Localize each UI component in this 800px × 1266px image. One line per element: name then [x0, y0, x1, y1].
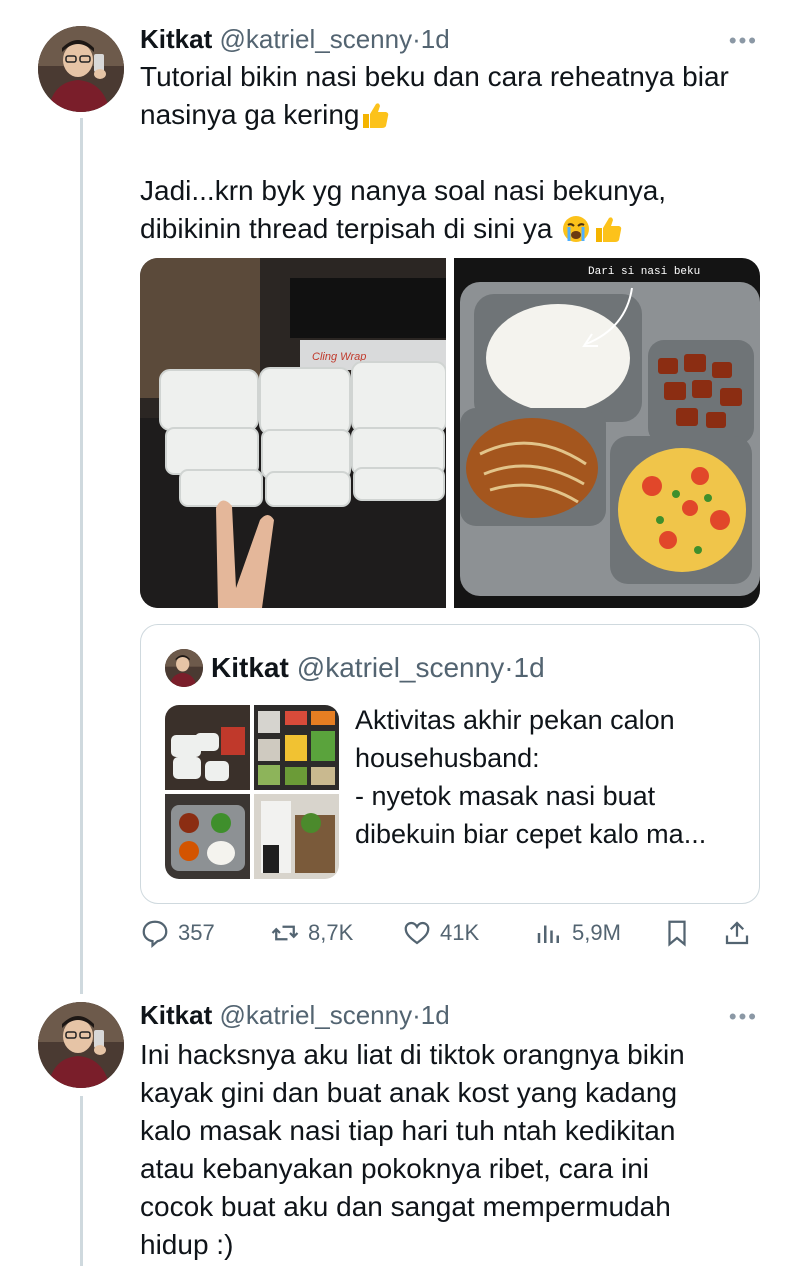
quoted-media-thumb [165, 794, 250, 879]
tweet-text-line: cocok buat aku dan sangat mempermudah [140, 1191, 671, 1222]
timestamp[interactable]: 1d [421, 24, 450, 54]
thread-line [80, 1096, 83, 1266]
bookmark-icon [668, 920, 686, 947]
timestamp[interactable]: 1d [421, 1000, 450, 1030]
quoted-tweet-header: Kitkat @katriel_scenny·1d [165, 649, 545, 687]
tweet-text: Tutorial bikin nasi beku dan cara reheat… [140, 58, 780, 248]
user-handle: @katriel_scenny [296, 652, 505, 683]
tweet-header: Kitkat @katriel_scenny·1d [140, 24, 450, 55]
avatar[interactable] [38, 1002, 124, 1088]
retweet-icon [271, 925, 299, 941]
quoted-media-thumb [254, 794, 339, 879]
separator-dot: · [412, 24, 421, 54]
thumbs-up-emoji [592, 214, 624, 244]
user-handle[interactable]: @katriel_scenny [219, 24, 412, 54]
bookmark-button[interactable] [662, 918, 692, 948]
more-icon[interactable]: ••• [729, 1004, 758, 1030]
tweet-actions: 357 8,7K 41K 5,9M [140, 918, 760, 958]
tweet-header: Kitkat @katriel_scenny·1d [140, 1000, 450, 1031]
share-icon [725, 921, 749, 945]
tweet-text-line: hidup :) [140, 1229, 234, 1260]
separator-dot: · [504, 652, 514, 683]
user-handle[interactable]: @katriel_scenny [219, 1000, 412, 1030]
timestamp: 1d [513, 652, 545, 683]
tweet-text-line: dibikinin thread terpisah di sini ya [140, 210, 780, 248]
views-count: 5,9M [572, 920, 621, 945]
views-icon [537, 925, 559, 943]
tweet-text-line: atau kebanyakan pokoknya ribet, cara ini [140, 1153, 649, 1184]
views-button[interactable]: 5,9M [534, 918, 621, 948]
tweet-media[interactable]: Cling Wrap Dari si nasi beku [140, 258, 760, 608]
display-name: Kitkat [211, 652, 289, 683]
quoted-text-line: Aktivitas akhir pekan calon [355, 705, 675, 735]
tweet-text-line: nasinya ga kering [140, 96, 780, 134]
crying-face-emoji [560, 214, 592, 244]
like-count: 41K [440, 920, 480, 945]
quoted-text-line: - nyetok masak nasi buat [355, 781, 656, 811]
separator-dot: · [412, 1000, 421, 1030]
retweet-button[interactable]: 8,7K [270, 918, 353, 948]
quoted-media-thumb [254, 705, 339, 790]
thumbs-up-emoji [359, 100, 391, 130]
tweet-text: Ini hacksnya aku liat di tiktok orangnya… [140, 1036, 780, 1264]
avatar[interactable] [38, 26, 124, 112]
display-name[interactable]: Kitkat [140, 24, 212, 54]
like-button[interactable]: 41K [402, 918, 479, 948]
tweet-text-line: Tutorial bikin nasi beku dan cara reheat… [140, 61, 729, 92]
frozen-rice-photo[interactable]: Cling Wrap [140, 258, 447, 608]
media-caption: Dari si nasi beku [588, 266, 700, 278]
quoted-tweet[interactable]: Kitkat @katriel_scenny·1d Aktivitas akhi… [140, 624, 760, 904]
thread-line [80, 118, 83, 994]
quoted-tweet-media [165, 705, 339, 879]
avatar [165, 649, 203, 687]
tweet-text-line: kayak gini dan buat anak kost yang kadan… [140, 1077, 678, 1108]
meal-tray-photo[interactable]: Dari si nasi beku [454, 258, 760, 608]
quoted-tweet-text: Aktivitas akhir pekan calon househusband… [355, 701, 745, 853]
tweet-text-line: Ini hacksnya aku liat di tiktok orangnya… [140, 1039, 685, 1070]
reply-icon [142, 920, 168, 948]
reply-count: 357 [178, 920, 215, 945]
retweet-count: 8,7K [308, 920, 354, 945]
quoted-media-thumb [165, 705, 250, 790]
like-icon [404, 921, 430, 945]
quoted-text-line: househusband: [355, 743, 540, 773]
tweet-text-line: kalo masak nasi tiap hari tuh ntah kedik… [140, 1115, 676, 1146]
cling-wrap-label: Cling Wrap [312, 351, 366, 363]
share-button[interactable] [722, 918, 752, 948]
reply-button[interactable]: 357 [140, 918, 215, 948]
more-icon[interactable]: ••• [729, 28, 758, 54]
tweet-text-line: Jadi...krn byk yg nanya soal nasi bekuny… [140, 175, 667, 206]
display-name[interactable]: Kitkat [140, 1000, 212, 1030]
quoted-text-line: dibekuin biar cepet kalo ma... [355, 819, 707, 849]
